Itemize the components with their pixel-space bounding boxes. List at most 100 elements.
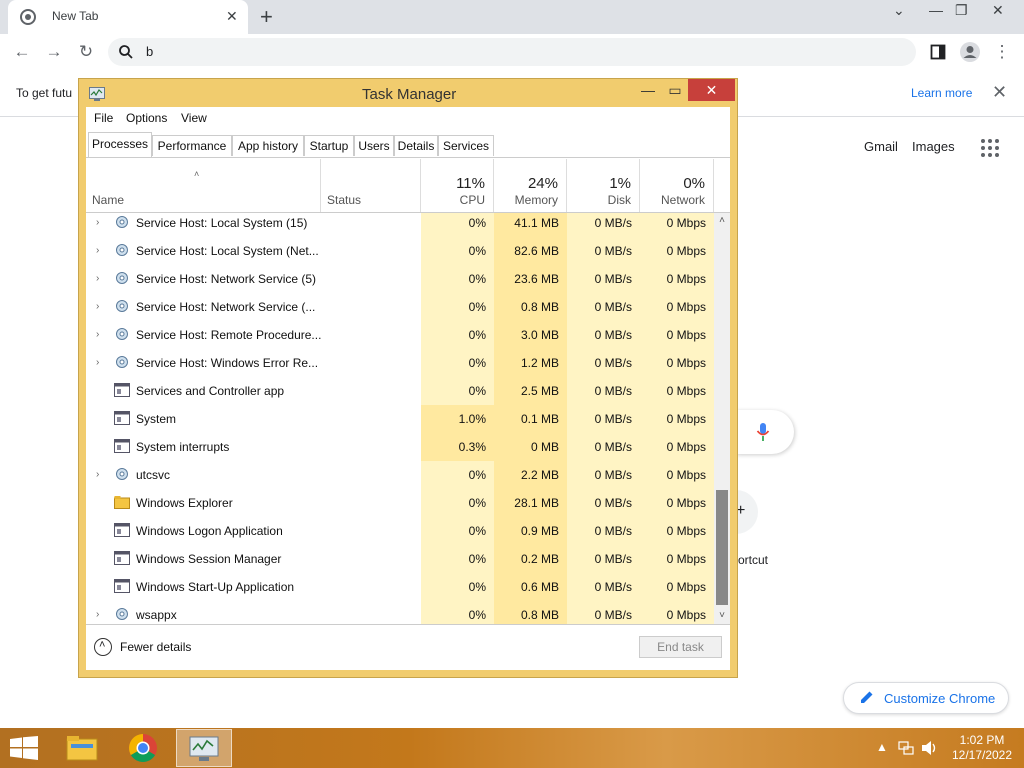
gmail-link[interactable]: Gmail [864,139,898,154]
scrollbar-thumb[interactable] [716,490,728,605]
table-row[interactable]: › Service Host: Local System (Net... 0% 82.… [86,237,714,265]
taskbar-task-manager[interactable] [176,729,232,767]
show-hidden-icons-icon[interactable]: ▲ [876,740,888,754]
task-manager-body: File Options View Processes Performance … [86,107,730,670]
title-bar[interactable]: Task Manager — ▭ ✕ [79,79,737,107]
side-panel-icon[interactable] [930,44,946,60]
address-bar[interactable]: b [108,38,916,66]
maximize-button[interactable]: ▭ [663,79,687,101]
search-box-edge[interactable] [736,410,794,454]
windows-start-icon[interactable] [10,736,38,760]
expand-chevron-icon[interactable]: › [96,301,99,312]
expand-chevron-icon[interactable]: › [96,273,99,284]
column-disk[interactable]: 1% Disk [567,159,640,212]
process-memory: 28.1 MB [514,496,559,510]
process-network: 0 Mbps [666,300,706,314]
table-row[interactable]: › Service Host: Network Service (... 0% 0.8… [86,293,714,321]
tab-search-icon[interactable]: ⌄ [893,2,905,19]
restore-button[interactable]: ❐ [955,2,968,19]
column-name[interactable]: ˄ Name [86,159,321,212]
process-memory: 3.0 MB [520,328,559,342]
clock[interactable]: 1:02 PM 12/17/2022 [946,733,1018,763]
volume-icon[interactable] [921,740,939,756]
close-button[interactable]: ✕ [688,79,735,101]
expand-chevron-icon[interactable]: › [96,357,99,368]
end-task-button[interactable]: End task [639,636,722,658]
table-row[interactable]: › Service Host: Network Service (5) 0% 23.6… [86,265,714,293]
tab-new-tab[interactable]: New Tab ✕ [8,0,248,34]
column-cpu[interactable]: 11% CPU [421,159,494,212]
table-row[interactable]: Services and Controller app 0% 2.5 MB 0 MB/… [86,377,714,405]
process-disk: 0 MB/s [594,524,632,538]
menu-options[interactable]: Options [126,111,167,125]
expand-chevron-icon[interactable]: › [96,609,99,620]
apps-grid-icon[interactable] [981,139,999,157]
table-row[interactable]: › wsappx 0% 0.8 MB 0 MB/s 0 Mbps [86,601,714,624]
process-disk: 0 MB/s [594,580,632,594]
menu-file[interactable]: File [94,111,113,125]
network-total: 0% [683,175,705,192]
column-header: ˄ Name Status 11% CPU 24% Memory 1% Disk… [86,159,730,213]
expand-chevron-icon[interactable]: › [96,217,99,228]
table-row[interactable]: Windows Explorer 0% 28.1 MB 0 MB/s 0 Mbps [86,489,714,517]
taskbar-chrome[interactable] [116,729,172,767]
menu-bar: File Options View [86,107,730,129]
table-row[interactable]: Windows Start-Up Application 0% 0.6 MB 0 MB… [86,573,714,601]
column-network[interactable]: 0% Network [640,159,714,212]
learn-more-link[interactable]: Learn more [911,86,972,100]
profile-icon[interactable] [959,41,981,63]
tab-processes[interactable]: Processes [88,132,152,157]
tab-users[interactable]: Users [354,135,394,156]
expand-chevron-icon[interactable]: › [96,469,99,480]
gear-icon [116,216,128,228]
process-memory: 0.9 MB [520,524,559,538]
minimize-button[interactable]: — [635,79,661,101]
column-memory[interactable]: 24% Memory [494,159,567,212]
close-icon[interactable]: ✕ [992,82,1007,103]
expand-chevron-icon[interactable]: › [96,329,99,340]
customize-chrome-button[interactable]: Customize Chrome [843,682,1009,714]
column-status[interactable]: Status [321,159,421,212]
process-network: 0 Mbps [666,216,706,230]
process-cpu: 0% [468,300,486,314]
table-row[interactable]: › Service Host: Windows Error Re... 0% 1.2 … [86,349,714,377]
reload-icon[interactable]: ↻ [76,42,96,62]
process-memory: 0.6 MB [520,580,559,594]
add-shortcut-tile[interactable]: + [736,490,758,534]
table-row[interactable]: › Service Host: Local System (15) 0% 41.1 M… [86,213,714,237]
process-disk: 0 MB/s [594,412,632,426]
microphone-icon[interactable] [756,422,770,442]
minimize-button[interactable]: — [929,2,943,18]
table-row[interactable]: › utcsvc 0% 2.2 MB 0 MB/s 0 Mbps [86,461,714,489]
expand-chevron-icon[interactable]: › [96,245,99,256]
scroll-down-icon[interactable]: ˅ [714,608,730,624]
menu-view[interactable]: View [181,111,207,125]
fewer-details-link[interactable]: Fewer details [120,640,191,654]
collapse-chevron-icon[interactable]: ˄ [94,638,112,656]
network-icon[interactable] [898,740,914,756]
close-window-button[interactable]: ✕ [992,2,1004,19]
forward-icon[interactable]: → [44,42,64,62]
vertical-scrollbar[interactable]: ˄ ˅ [714,213,730,624]
taskbar-file-explorer[interactable] [54,729,110,767]
table-row[interactable]: › Service Host: Remote Procedure... 0% 3.0 … [86,321,714,349]
tab-services[interactable]: Services [438,135,494,156]
table-row[interactable]: Windows Session Manager 0% 0.2 MB 0 MB/s 0 M… [86,545,714,573]
tab-performance[interactable]: Performance [152,135,232,156]
new-tab-button[interactable]: + [260,4,273,30]
table-row[interactable]: System interrupts 0.3% 0 MB 0 MB/s 0 Mbps [86,433,714,461]
process-name: Windows Session Manager [136,552,282,566]
scroll-up-icon[interactable]: ˄ [714,213,730,229]
table-row[interactable]: System 1.0% 0.1 MB 0 MB/s 0 Mbps [86,405,714,433]
images-link[interactable]: Images [912,139,955,154]
table-row[interactable]: Windows Logon Application 0% 0.9 MB 0 MB/s 0… [86,517,714,545]
back-icon[interactable]: ← [12,42,32,62]
process-memory: 0 MB [530,440,559,454]
tab-startup[interactable]: Startup [304,135,354,156]
menu-icon[interactable]: ⋮ [992,42,1012,62]
close-tab-icon[interactable]: ✕ [226,8,238,25]
process-memory: 1.2 MB [520,356,559,370]
tab-details[interactable]: Details [394,135,438,156]
tab-app-history[interactable]: App history [232,135,304,156]
cpu-total: 11% [456,175,485,192]
